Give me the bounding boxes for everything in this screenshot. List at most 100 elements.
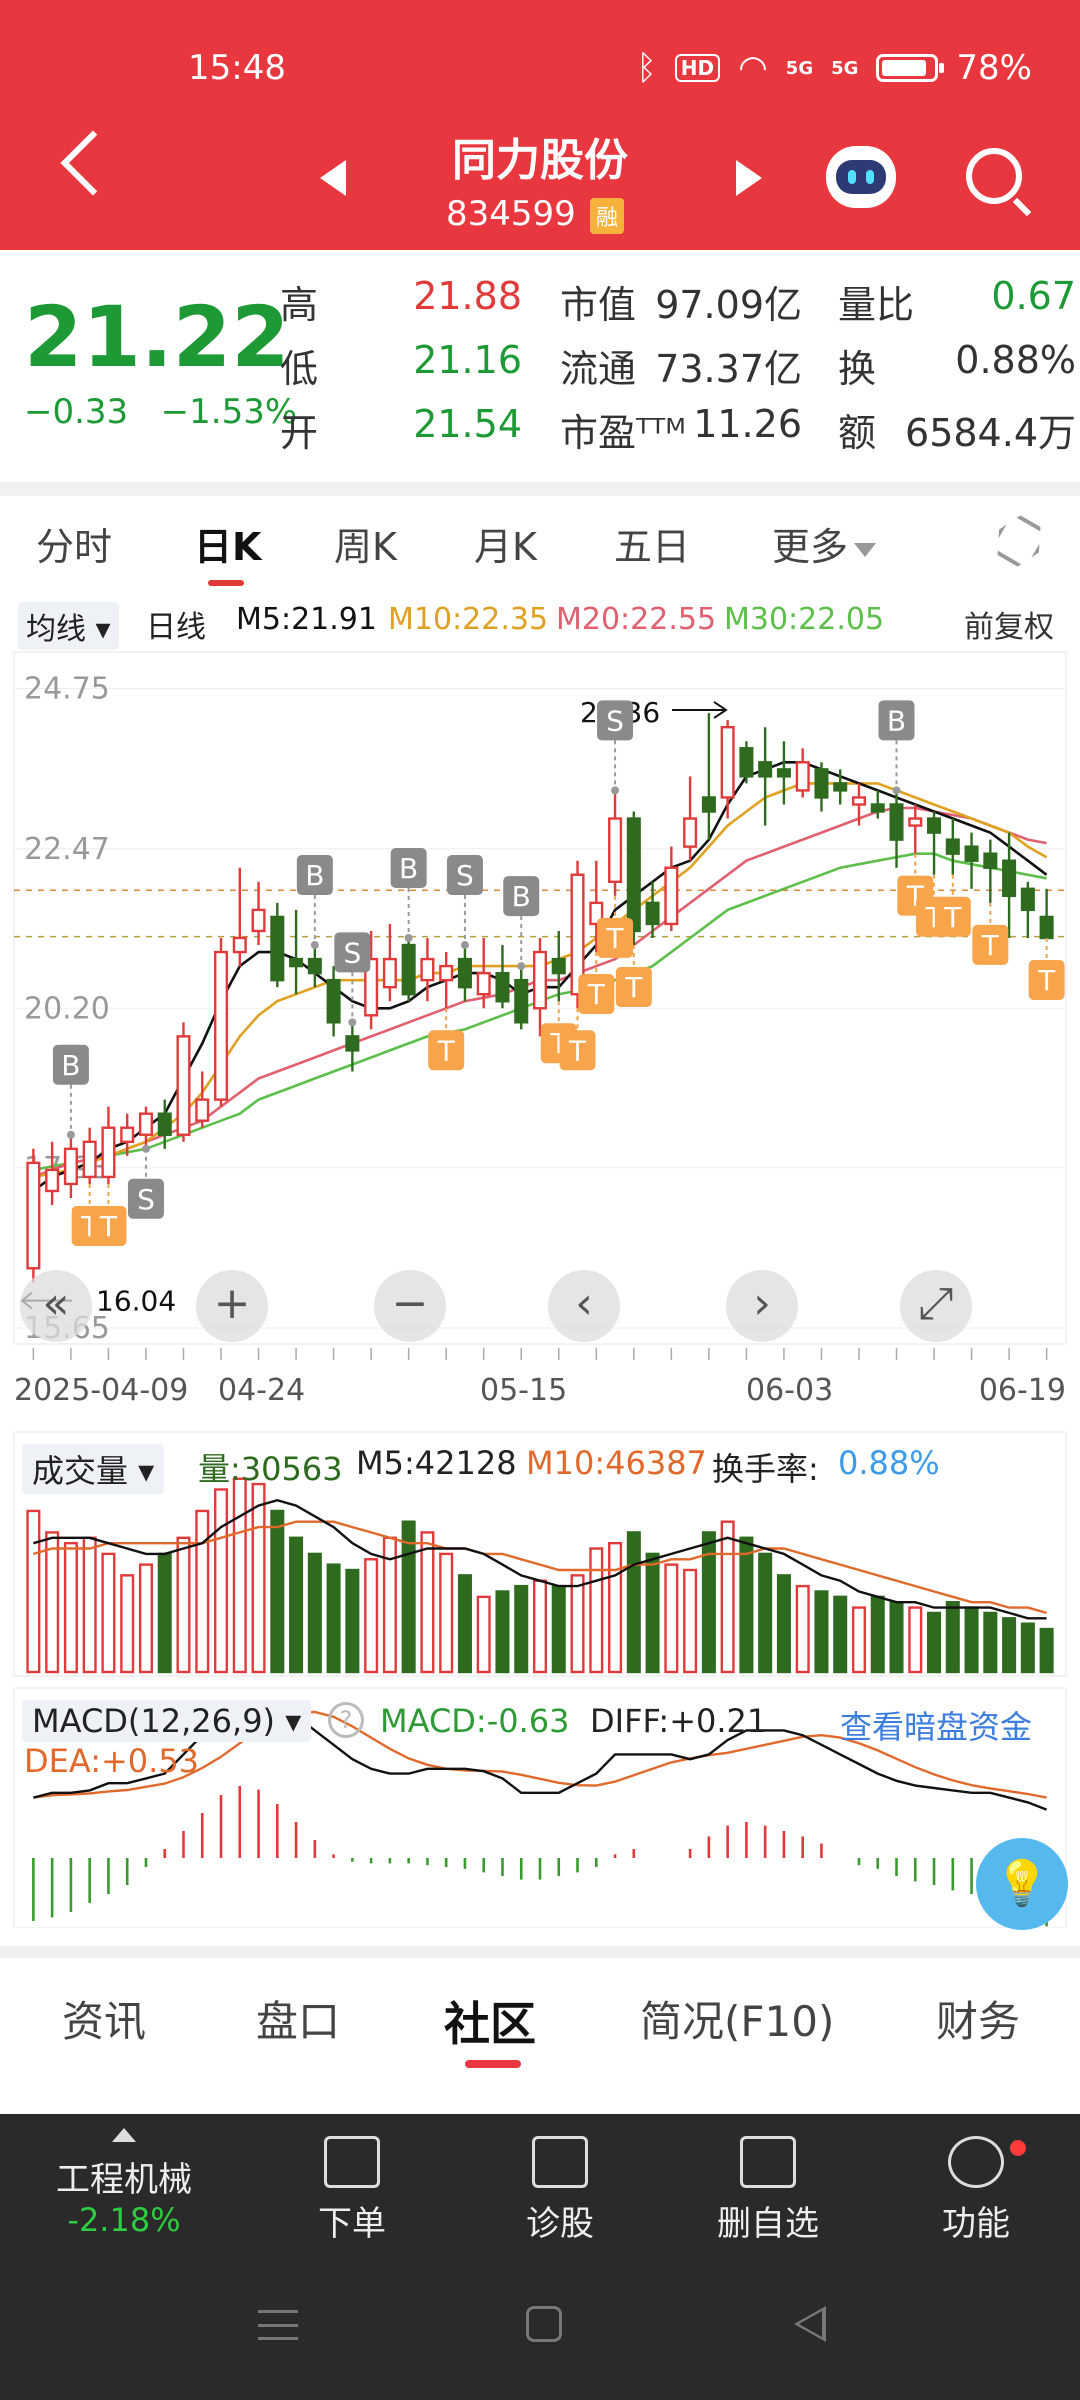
candle-body [626,817,641,933]
notification-dot [1010,2140,1026,2156]
candle-body [157,1112,172,1136]
y-tick-label: 24.75 [24,672,110,707]
dea-value: DEA:+0.53 [24,1742,200,1780]
candle-body [439,964,454,982]
remove-watchlist-button[interactable]: 删自选 [668,2136,868,2245]
indicator-selector-volume[interactable]: 成交量 ▾ [22,1444,165,1494]
remove-label: 删自选 [717,2204,819,2244]
trade-marker-text: T [568,1034,587,1067]
candle-body [814,768,829,799]
ma-selector[interactable]: 均线 ▾ [18,602,119,650]
diagnose-button[interactable]: 诊股 [460,2136,660,2245]
volume-bar [195,1509,210,1674]
lightbulb-icon[interactable]: 💡 [976,1838,1068,1930]
ma30-value: M30:22.05 [724,602,885,637]
robot-assistant-icon[interactable] [826,146,896,208]
volume-bar [157,1552,172,1674]
help-icon[interactable]: ? [328,1702,364,1738]
zoom-in-icon[interactable]: + [196,1270,268,1342]
diagnose-label: 诊股 [526,2204,594,2244]
tab-order-book[interactable]: 盘口 [256,1988,340,2049]
trade-marker-text: S [343,936,361,969]
volume-bar [758,1552,773,1674]
volume-bar [683,1568,698,1674]
order-button[interactable]: 下单 [252,2136,452,2245]
marker-dot [892,786,901,795]
value-high: 21.88 [413,274,522,318]
dark-pool-link[interactable]: 查看暗盘资金 [840,1702,1032,1748]
volume-bar [532,1579,548,1674]
volume-bar [551,1584,566,1674]
sector-change: -2.18% [67,2201,181,2239]
diagnose-icon [532,2136,588,2188]
volume-bar [307,1552,322,1674]
adjust-mode[interactable]: 前复权 [964,602,1054,646]
candle-body [214,950,229,1101]
indicator-selector-macd[interactable]: MACD(12,26,9) ▾ [22,1700,312,1742]
tab-daily-k[interactable]: 日K [194,516,261,571]
tab-weekly-k[interactable]: 周K [334,516,397,571]
marker-dot [66,1130,75,1139]
candle-body [495,971,510,1003]
wifi-icon: ◠ [738,48,768,88]
candle-body [251,908,266,933]
x-axis-labels: 2025-04-09 04-24 05-15 06-03 06-19 [14,1348,1066,1408]
header-bar: 15:48 ᛒ HD ◠ 5G 5G 78% 同力股份 834599 融 [0,0,1080,250]
scroll-left-icon[interactable]: ‹ [548,1270,620,1342]
candle-body [63,1147,78,1186]
battery-icon [876,54,945,82]
x-tick-label: 2025-04-09 [14,1373,188,1408]
volume-bar [101,1552,116,1674]
tab-intraday[interactable]: 分时 [36,516,112,571]
high-arrow-icon [672,701,728,719]
tab-profile-f10[interactable]: 简况(F10) [640,1988,834,2049]
marker-dot [310,941,319,950]
tab-finance[interactable]: 财务 [936,1988,1020,2049]
functions-button[interactable]: 功能 [876,2136,1076,2245]
sector-button[interactable]: 工程机械 -2.18% [24,2128,224,2239]
trade-marker-text: S [456,859,474,892]
turnover-value: 0.88% [838,1444,940,1482]
tab-more[interactable]: 更多 [772,516,877,571]
candle-body [1020,887,1035,912]
search-icon[interactable] [966,148,1022,204]
marker-dot [141,1144,150,1153]
volume-bar [420,1531,435,1674]
tab-five-day[interactable]: 五日 [614,516,690,571]
fullscreen-icon[interactable]: ⤢ [900,1270,972,1342]
collapse-left-icon[interactable]: « [20,1270,92,1342]
tab-monthly-k[interactable]: 月K [474,516,537,571]
label-high: 高 [280,283,319,327]
volume-bar [889,1601,904,1674]
volume-bar [608,1541,623,1674]
stock-code: 834599 [446,194,576,234]
ma20-value: M20:22.55 [556,602,717,637]
trade-marker-text: T [605,922,624,955]
order-label: 下单 [318,2204,386,2244]
candle-body [457,957,472,989]
candle-body [420,957,435,982]
scroll-right-icon[interactable]: › [726,1270,798,1342]
candle-body [908,817,923,827]
candle-body [795,761,810,792]
volume-bar [739,1536,754,1674]
home-icon[interactable] [526,2306,562,2342]
candle-body [945,838,960,855]
value-pe: 11.26 [693,402,802,446]
next-stock-icon[interactable] [736,160,762,196]
x-tick-label: 06-03 [746,1373,833,1408]
volume-value: 量:30563 [198,1450,343,1488]
candle-body [758,761,773,778]
zoom-out-icon[interactable]: − [374,1270,446,1342]
recent-apps-icon[interactable] [258,2310,298,2340]
tab-news[interactable]: 资讯 [62,1988,146,2049]
candle-body [401,943,416,996]
system-back-icon[interactable] [794,2306,826,2342]
menu-icon [948,2136,1004,2188]
trade-marker-text: T [1037,964,1056,997]
volume-bar [26,1509,41,1674]
volume-bar [289,1536,304,1674]
tab-community[interactable]: 社区 [444,1988,536,2054]
volume-bar [964,1606,979,1674]
active-tab-indicator [465,2060,521,2068]
